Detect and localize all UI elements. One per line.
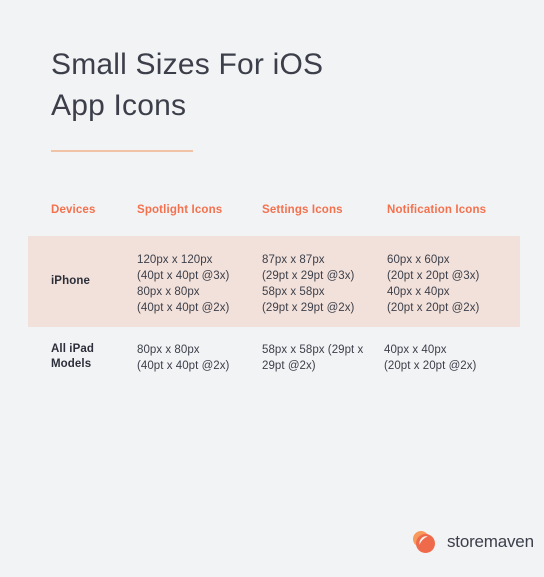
spec-line: 58px x 58px (29pt x 29pt @2x) [262,344,364,372]
spec-line: (40pt x 40pt @2x) [137,302,230,314]
spec-line: (29pt x 29pt @2x) [262,302,355,314]
header-label-settings: Settings Icons [262,204,343,216]
spec-line: 87px x 87px [262,254,325,266]
spec-line: (20pt x 20pt @3x) [387,270,480,282]
row-device-name-iphone: iPhone [28,252,137,327]
table-row: iPhone 120px x 120px (40pt x 40pt @3x) 8… [28,236,520,327]
cell-iphone-spotlight: 120px x 120px (40pt x 40pt @3x) 80px x 8… [137,252,262,327]
cell-ipad-spotlight: 80px x 80px (40pt x 40pt @2x) [137,342,262,387]
spec-line: (29pt x 29pt @3x) [262,270,355,282]
spec-line: (40pt x 40pt @2x) [137,360,230,372]
spec-line: (20pt x 20pt @2x) [387,302,480,314]
header-label-notification: Notification Icons [387,204,487,216]
cell-iphone-settings: 87px x 87px (29pt x 29pt @3x) 58px x 58p… [262,252,387,327]
header-label-spotlight: Spotlight Icons [137,204,223,216]
device-label-line: All iPad [51,343,94,355]
storemaven-logo-svg [413,531,435,553]
cell-ipad-settings: 58px x 58px (29pt x 29pt @2x) [262,342,384,387]
header-cell-spotlight: Spotlight Icons [137,200,262,236]
title-underline-rule [51,150,193,152]
header-cell-notification: Notification Icons [387,200,520,236]
spec-line: (20pt x 20pt @2x) [384,360,477,372]
spec-line: 120px x 120px [137,254,213,266]
document-page: Small Sizes For iOS App Icons Devices Sp… [0,0,544,577]
page-title: Small Sizes For iOS App Icons [51,44,471,126]
cell-iphone-notification: 60px x 60px (20pt x 20pt @3x) 40px x 40p… [387,252,520,327]
spec-line: 60px x 60px [387,254,450,266]
table-row: All iPad Models 80px x 80px (40pt x 40pt… [28,327,520,387]
spec-line: 40px x 40px [387,286,450,298]
row-device-name-ipad: All iPad Models [28,342,137,387]
brand-logo: storemaven [410,528,534,556]
device-label-line: Models [51,358,92,370]
brand-wordmark: storemaven [447,532,534,551]
device-label-line: iPhone [51,275,90,287]
cell-ipad-notification: 40px x 40px (20pt x 20pt @2x) [384,342,517,387]
spec-line: 40px x 40px [384,344,447,356]
spec-line: (40pt x 40pt @3x) [137,270,230,282]
table-header-row: Devices Spotlight Icons Settings Icons N… [28,196,520,236]
header-label-devices: Devices [51,204,96,216]
header-cell-settings: Settings Icons [262,200,387,236]
spec-line: 80px x 80px [137,344,200,356]
spec-line: 58px x 58px [262,286,325,298]
page-title-line-2: App Icons [51,89,187,122]
header-cell-devices: Devices [28,200,137,236]
storemaven-logo-icon [410,528,438,556]
icon-sizes-table: Devices Spotlight Icons Settings Icons N… [28,196,520,387]
spec-line: 80px x 80px [137,286,200,298]
page-title-line-1: Small Sizes For iOS [51,48,324,81]
